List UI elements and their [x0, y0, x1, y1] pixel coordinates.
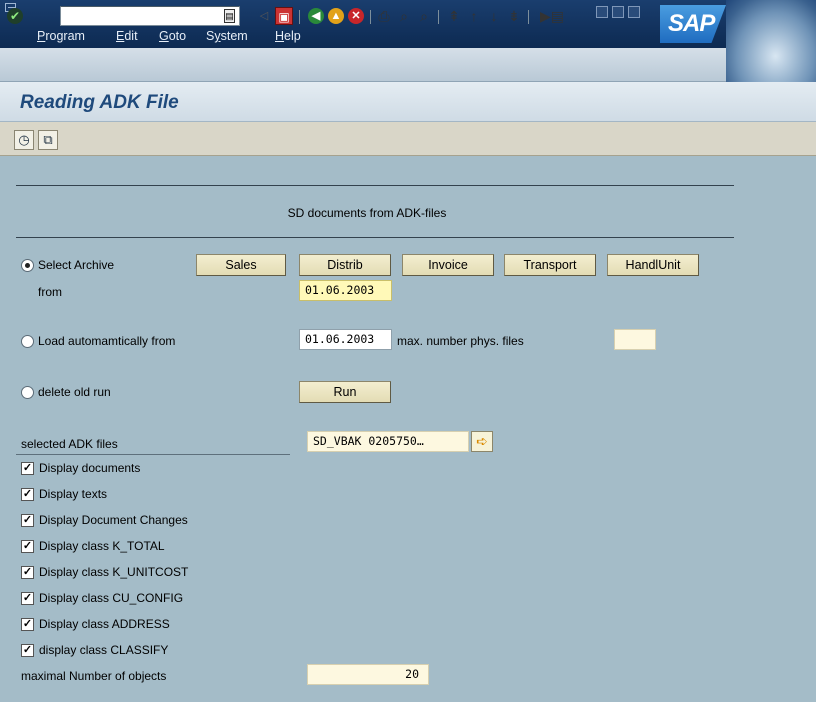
max-phys-files-field[interactable] — [614, 329, 656, 350]
max-objects-field[interactable]: 20 — [307, 664, 429, 685]
section-title: SD documents from ADK-files — [287, 206, 447, 220]
display-document-changes-label: Display Document Changes — [39, 513, 188, 527]
max-objects-label: maximal Number of objects — [21, 669, 167, 683]
display-class-address-label: Display class ADDRESS — [39, 617, 170, 631]
find-next-icon[interactable]: ⌕ — [416, 8, 432, 25]
from-label: from — [38, 285, 62, 299]
display-class-k-total-checkbox[interactable]: ✓ — [21, 540, 34, 553]
menu-goto[interactable]: Goto — [159, 29, 186, 43]
command-field[interactable] — [60, 6, 240, 26]
selected-adk-files-label: selected ADK files — [21, 437, 118, 451]
next-page-icon[interactable]: ↓ — [486, 8, 502, 25]
max-phys-files-label: max. number phys. files — [397, 334, 524, 348]
create-session-icon[interactable]: ▶▤ — [540, 8, 564, 25]
display-class-k-unitcost-checkbox[interactable]: ✓ — [21, 566, 34, 579]
menu-help[interactable]: Help — [275, 29, 301, 43]
divider — [16, 185, 734, 186]
select-archive-label: Select Archive — [38, 258, 115, 272]
display-class-address-checkbox[interactable]: ✓ — [21, 618, 34, 631]
delete-old-run-radio[interactable] — [21, 386, 34, 399]
label-underline — [16, 454, 290, 455]
display-class-k-unitcost-label: Display class K_UNITCOST — [39, 565, 189, 579]
distrib-button[interactable]: Distrib — [299, 254, 391, 276]
select-archive-radio[interactable] — [21, 259, 34, 272]
standard-toolbar — [0, 48, 726, 82]
display-class-classify-label: display class CLASSIFY — [39, 643, 169, 657]
application-toolbar — [0, 122, 816, 156]
selected-adk-files-field[interactable]: SD_VBAK 0205750… — [307, 431, 469, 452]
minimize-icon[interactable] — [596, 6, 608, 18]
display-class-classify-checkbox[interactable]: ✓ — [21, 644, 34, 657]
last-page-icon[interactable]: ⇟ — [506, 8, 522, 25]
load-automatically-label: Load automamtically from — [38, 334, 176, 348]
display-class-k-total-label: Display class K_TOTAL — [39, 539, 165, 553]
execute-clock-icon[interactable]: ◷ — [14, 130, 34, 150]
copy-variant-icon[interactable]: ⧉ — [38, 130, 58, 150]
previous-page-icon[interactable]: ↑ — [466, 8, 482, 25]
menu-system[interactable]: System — [206, 29, 248, 43]
display-documents-label: Display documents — [39, 461, 141, 475]
enter-icon[interactable]: ✔ — [7, 8, 23, 24]
page-title: Reading ADK File — [20, 92, 179, 113]
invoice-button[interactable]: Invoice — [402, 254, 494, 276]
close-icon[interactable] — [628, 6, 640, 18]
find-icon[interactable]: ⌕ — [396, 8, 412, 25]
from-date-field[interactable]: 01.06.2003 — [299, 280, 392, 301]
exit-icon[interactable]: ▲ — [328, 8, 344, 24]
sales-button[interactable]: Sales — [196, 254, 286, 276]
back-icon[interactable]: ◀ — [308, 8, 324, 24]
load-automatically-radio[interactable] — [21, 335, 34, 348]
handlunit-button[interactable]: HandlUnit — [607, 254, 699, 276]
first-page-icon[interactable]: ⇞ — [446, 8, 462, 25]
display-texts-checkbox[interactable]: ✓ — [21, 488, 34, 501]
maximize-icon[interactable] — [612, 6, 624, 18]
toolbar-separator — [299, 10, 300, 24]
divider — [16, 237, 734, 238]
display-documents-checkbox[interactable]: ✓ — [21, 462, 34, 475]
collapse-command-icon[interactable]: ◁ — [256, 8, 272, 25]
display-document-changes-checkbox[interactable]: ✓ — [21, 514, 34, 527]
print-icon[interactable]: ⎙ — [376, 8, 392, 25]
menu-program[interactable]: Program — [37, 29, 85, 43]
arrow-right-icon[interactable]: ➪ — [471, 431, 493, 452]
display-class-cu-config-label: Display class CU_CONFIG — [39, 591, 184, 605]
load-from-date-field[interactable]: 01.06.2003 — [299, 329, 392, 350]
toolbar-separator — [438, 10, 439, 24]
menu-edit[interactable]: Edit — [116, 29, 138, 43]
toolbar-separator — [528, 10, 529, 24]
display-class-cu-config-checkbox[interactable]: ✓ — [21, 592, 34, 605]
run-button[interactable]: Run — [299, 381, 391, 403]
command-history-icon[interactable]: ▤ — [224, 9, 235, 23]
cancel-icon[interactable]: ✕ — [348, 8, 364, 24]
delete-old-run-label: delete old run — [38, 385, 111, 399]
toolbar-separator — [370, 10, 371, 24]
transport-button[interactable]: Transport — [504, 254, 596, 276]
save-icon[interactable]: ▣ — [275, 7, 293, 25]
display-texts-label: Display texts — [39, 487, 108, 501]
